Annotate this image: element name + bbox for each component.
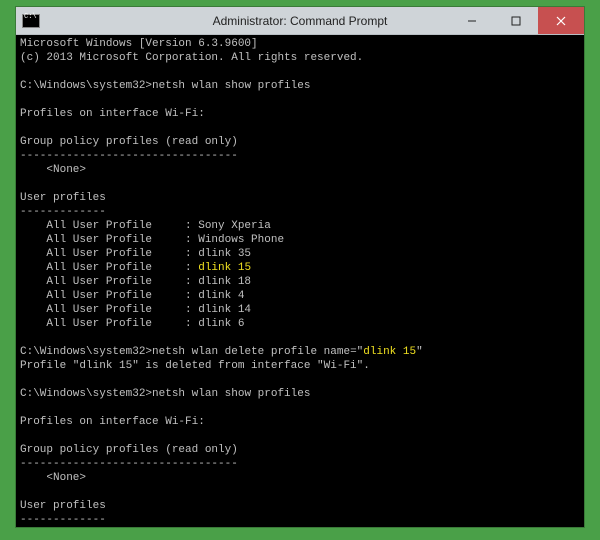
console-area[interactable]: Microsoft Windows [Version 6.3.9600] (c) … [16,35,584,527]
cmd-icon[interactable] [22,14,40,28]
console-line: All User Profile : dlink 14 [20,303,580,317]
console-line: (c) 2013 Microsoft Corporation. All righ… [20,51,580,65]
none-entry: <None> [20,472,86,484]
console-line: User profiles [20,499,580,513]
console-line: ------------- [20,205,580,219]
profile-entry: All User Profile : dlink 6 [20,318,244,330]
console-line: All User Profile : dlink 4 [20,289,580,303]
console-line: All User Profile : Windows Phone [20,233,580,247]
console-line: Profiles on interface Wi-Fi: [20,415,580,429]
console-line [20,177,580,191]
profile-entry: All User Profile : dlink 35 [20,248,251,260]
console-line: All User Profile : dlink 6 [20,317,580,331]
console-line: Profiles on interface Wi-Fi: [20,107,580,121]
console-line: Profile "dlink 15" is deleted from inter… [20,359,580,373]
minimize-button[interactable] [450,7,494,34]
profile-entry: All User Profile : dlink 18 [20,276,251,288]
console-line [20,373,580,387]
divider: --------------------------------- [20,150,238,162]
console-line: ------------- [20,513,580,527]
console-line: All User Profile : dlink 18 [20,275,580,289]
command: netsh wlan delete profile name=" [152,346,363,358]
profile-entry: All User Profile : dlink 4 [20,290,244,302]
divider: --------------------------------- [20,458,238,470]
profile-label: All User Profile : [20,262,198,274]
console-line: Group policy profiles (read only) [20,135,580,149]
close-icon [556,16,566,26]
console-line: <None> [20,471,580,485]
section-header: Group policy profiles (read only) [20,136,238,148]
close-button[interactable] [538,7,584,34]
profile-name: dlink 15 [198,262,251,274]
console-line: <None> [20,163,580,177]
version-line: Microsoft Windows [Version 6.3.9600] [20,38,258,50]
none-entry: <None> [20,164,86,176]
command-arg: dlink 15 [363,346,416,358]
command: " [416,346,423,358]
console-line: All User Profile : dlink 15 [20,261,580,275]
section-header: User profiles [20,500,106,512]
section-header: User profiles [20,192,106,204]
console-line [20,93,580,107]
console-line: --------------------------------- [20,149,580,163]
profile-entry: All User Profile : dlink 14 [20,304,251,316]
divider: ------------- [20,514,106,526]
window-buttons [450,7,584,34]
maximize-icon [511,16,521,26]
console-line [20,331,580,345]
maximize-button[interactable] [494,7,538,34]
command: netsh wlan show profiles [152,388,310,400]
console-line: C:\Windows\system32>netsh wlan show prof… [20,387,580,401]
command-prompt-window: Administrator: Command Prompt Microsoft … [15,6,585,528]
console-line [20,401,580,415]
profile-entry: All User Profile : Windows Phone [20,234,284,246]
divider: ------------- [20,206,106,218]
console-line: All User Profile : Sony Xperia [20,219,580,233]
prompt: C:\Windows\system32> [20,80,152,92]
console-line: C:\Windows\system32>netsh wlan show prof… [20,79,580,93]
console-line: All User Profile : dlink 35 [20,247,580,261]
console-line: C:\Windows\system32>netsh wlan delete pr… [20,345,580,359]
console-line [20,121,580,135]
section-header: Profiles on interface Wi-Fi: [20,108,205,120]
section-header: Profiles on interface Wi-Fi: [20,416,205,428]
console-line: Group policy profiles (read only) [20,443,580,457]
profile-entry: All User Profile : Sony Xperia [20,220,271,232]
result-message: Profile "dlink 15" is deleted from inter… [20,360,370,372]
titlebar[interactable]: Administrator: Command Prompt [16,7,584,35]
console-line [20,429,580,443]
console-line: User profiles [20,191,580,205]
command: netsh wlan show profiles [152,80,310,92]
minimize-icon [467,16,477,26]
console-line: Microsoft Windows [Version 6.3.9600] [20,37,580,51]
prompt: C:\Windows\system32> [20,388,152,400]
copyright-line: (c) 2013 Microsoft Corporation. All righ… [20,52,363,64]
console-line [20,65,580,79]
console-line: --------------------------------- [20,457,580,471]
prompt: C:\Windows\system32> [20,346,152,358]
section-header: Group policy profiles (read only) [20,444,238,456]
console-line [20,485,580,499]
